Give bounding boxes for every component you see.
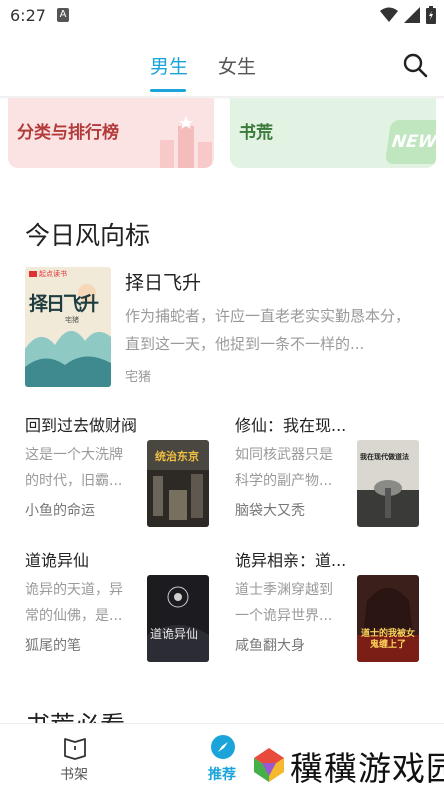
book-author: 咸鱼翻大身	[235, 638, 305, 654]
featured-book-description: 作为捕蛇者，许应一直老老实实勤恳本分，直到这一天，他捉到一条不一样的...	[125, 307, 411, 353]
book-cover[interactable]: 道诡异仙	[147, 575, 209, 662]
book-item[interactable]: 回到过去做财阀 这是一个大洗牌的时代，旧霸... 小鱼的命运 统治东京	[25, 412, 225, 542]
book-item[interactable]: 诡异相亲：道... 道士季渊穿越到一个诡异世界... 咸鱼翻大身 道士的我被女鬼…	[235, 547, 435, 677]
book-author: 小鱼的命运	[25, 503, 95, 519]
cover-title: 道士的我被女鬼缠上了	[361, 629, 416, 650]
book-description: 如同核武器只是科学的副产物...	[235, 447, 333, 489]
cover-publisher: 起点读书	[39, 270, 67, 278]
active-tab-indicator	[150, 89, 186, 92]
new-badge: NEW	[384, 120, 436, 164]
podium-icon	[160, 116, 212, 168]
wifi-icon	[380, 7, 398, 22]
book-item[interactable]: 道诡异仙 诡异的天道，异常的仙佛，是... 狐尾的笔 道诡异仙	[25, 547, 225, 677]
book-title: 道诡异仙	[25, 551, 90, 570]
battery-icon	[426, 6, 436, 24]
book-author: 狐尾的笔	[25, 638, 81, 654]
status-icons	[380, 6, 436, 24]
notification-icon: A	[57, 8, 69, 22]
book-title: 回到过去做财阀	[25, 416, 138, 435]
book-title: 诡异相亲：道...	[235, 551, 347, 570]
header: 男生 女生	[0, 32, 444, 96]
cover-author: 宅猪	[65, 316, 79, 324]
new-badge-text: NEW	[390, 132, 436, 152]
featured-book-author: 宅猪	[125, 370, 152, 385]
book-item[interactable]: 修仙：我在现... 如同核武器只是科学的副产物... 脑袋大又秃 我在现代做道法	[235, 412, 435, 542]
nav-bookshelf[interactable]: 书架	[34, 724, 114, 791]
book-icon	[64, 738, 86, 760]
book-title: 修仙：我在现...	[235, 416, 347, 435]
cover-title: 我在现代做道法	[360, 453, 409, 461]
status-bar: 6:27 A	[0, 0, 444, 32]
cover-title: 择日飞升	[29, 293, 99, 315]
book-author: 脑袋大又秃	[235, 503, 305, 519]
status-time: 6:27	[10, 6, 46, 25]
nav-bookshelf-label: 书架	[60, 767, 88, 783]
tab-male[interactable]: 男生	[150, 52, 188, 79]
book-cover-image	[25, 267, 111, 387]
rank-card[interactable]: 分类与排行榜	[8, 98, 214, 168]
book-description: 这是一个大洗牌的时代，旧霸...	[25, 447, 123, 489]
cover-title: 道诡异仙	[150, 627, 199, 641]
signal-icon	[404, 7, 420, 23]
book-cover[interactable]: 统治东京	[147, 440, 209, 527]
book-cover-image	[147, 575, 209, 662]
section-title: 今日风向标	[25, 221, 151, 250]
compass-icon	[211, 735, 235, 759]
search-icon[interactable]	[402, 52, 428, 78]
cover-title: 统治东京	[155, 450, 199, 463]
watermark-logo-icon	[254, 748, 284, 782]
book-cover[interactable]: 我在现代做道法	[357, 440, 419, 527]
featured-book-title[interactable]: 择日飞升	[125, 268, 201, 295]
library-card[interactable]: 书荒 NEW	[230, 98, 436, 168]
watermark-text: 䆊䆊游戏园	[290, 749, 444, 788]
book-cover[interactable]: 道士的我被女鬼缠上了	[357, 575, 419, 662]
book-description: 道士季渊穿越到一个诡异世界...	[235, 582, 333, 624]
rank-card-label: 分类与排行榜	[17, 123, 119, 143]
library-card-label: 书荒	[239, 123, 273, 143]
featured-book-cover[interactable]: 起点读书 择日飞升 宅猪	[25, 267, 111, 387]
tab-female[interactable]: 女生	[218, 52, 256, 79]
watermark: 䆊䆊游戏园	[250, 738, 444, 790]
book-description: 诡异的天道，异常的仙佛，是...	[25, 582, 123, 624]
